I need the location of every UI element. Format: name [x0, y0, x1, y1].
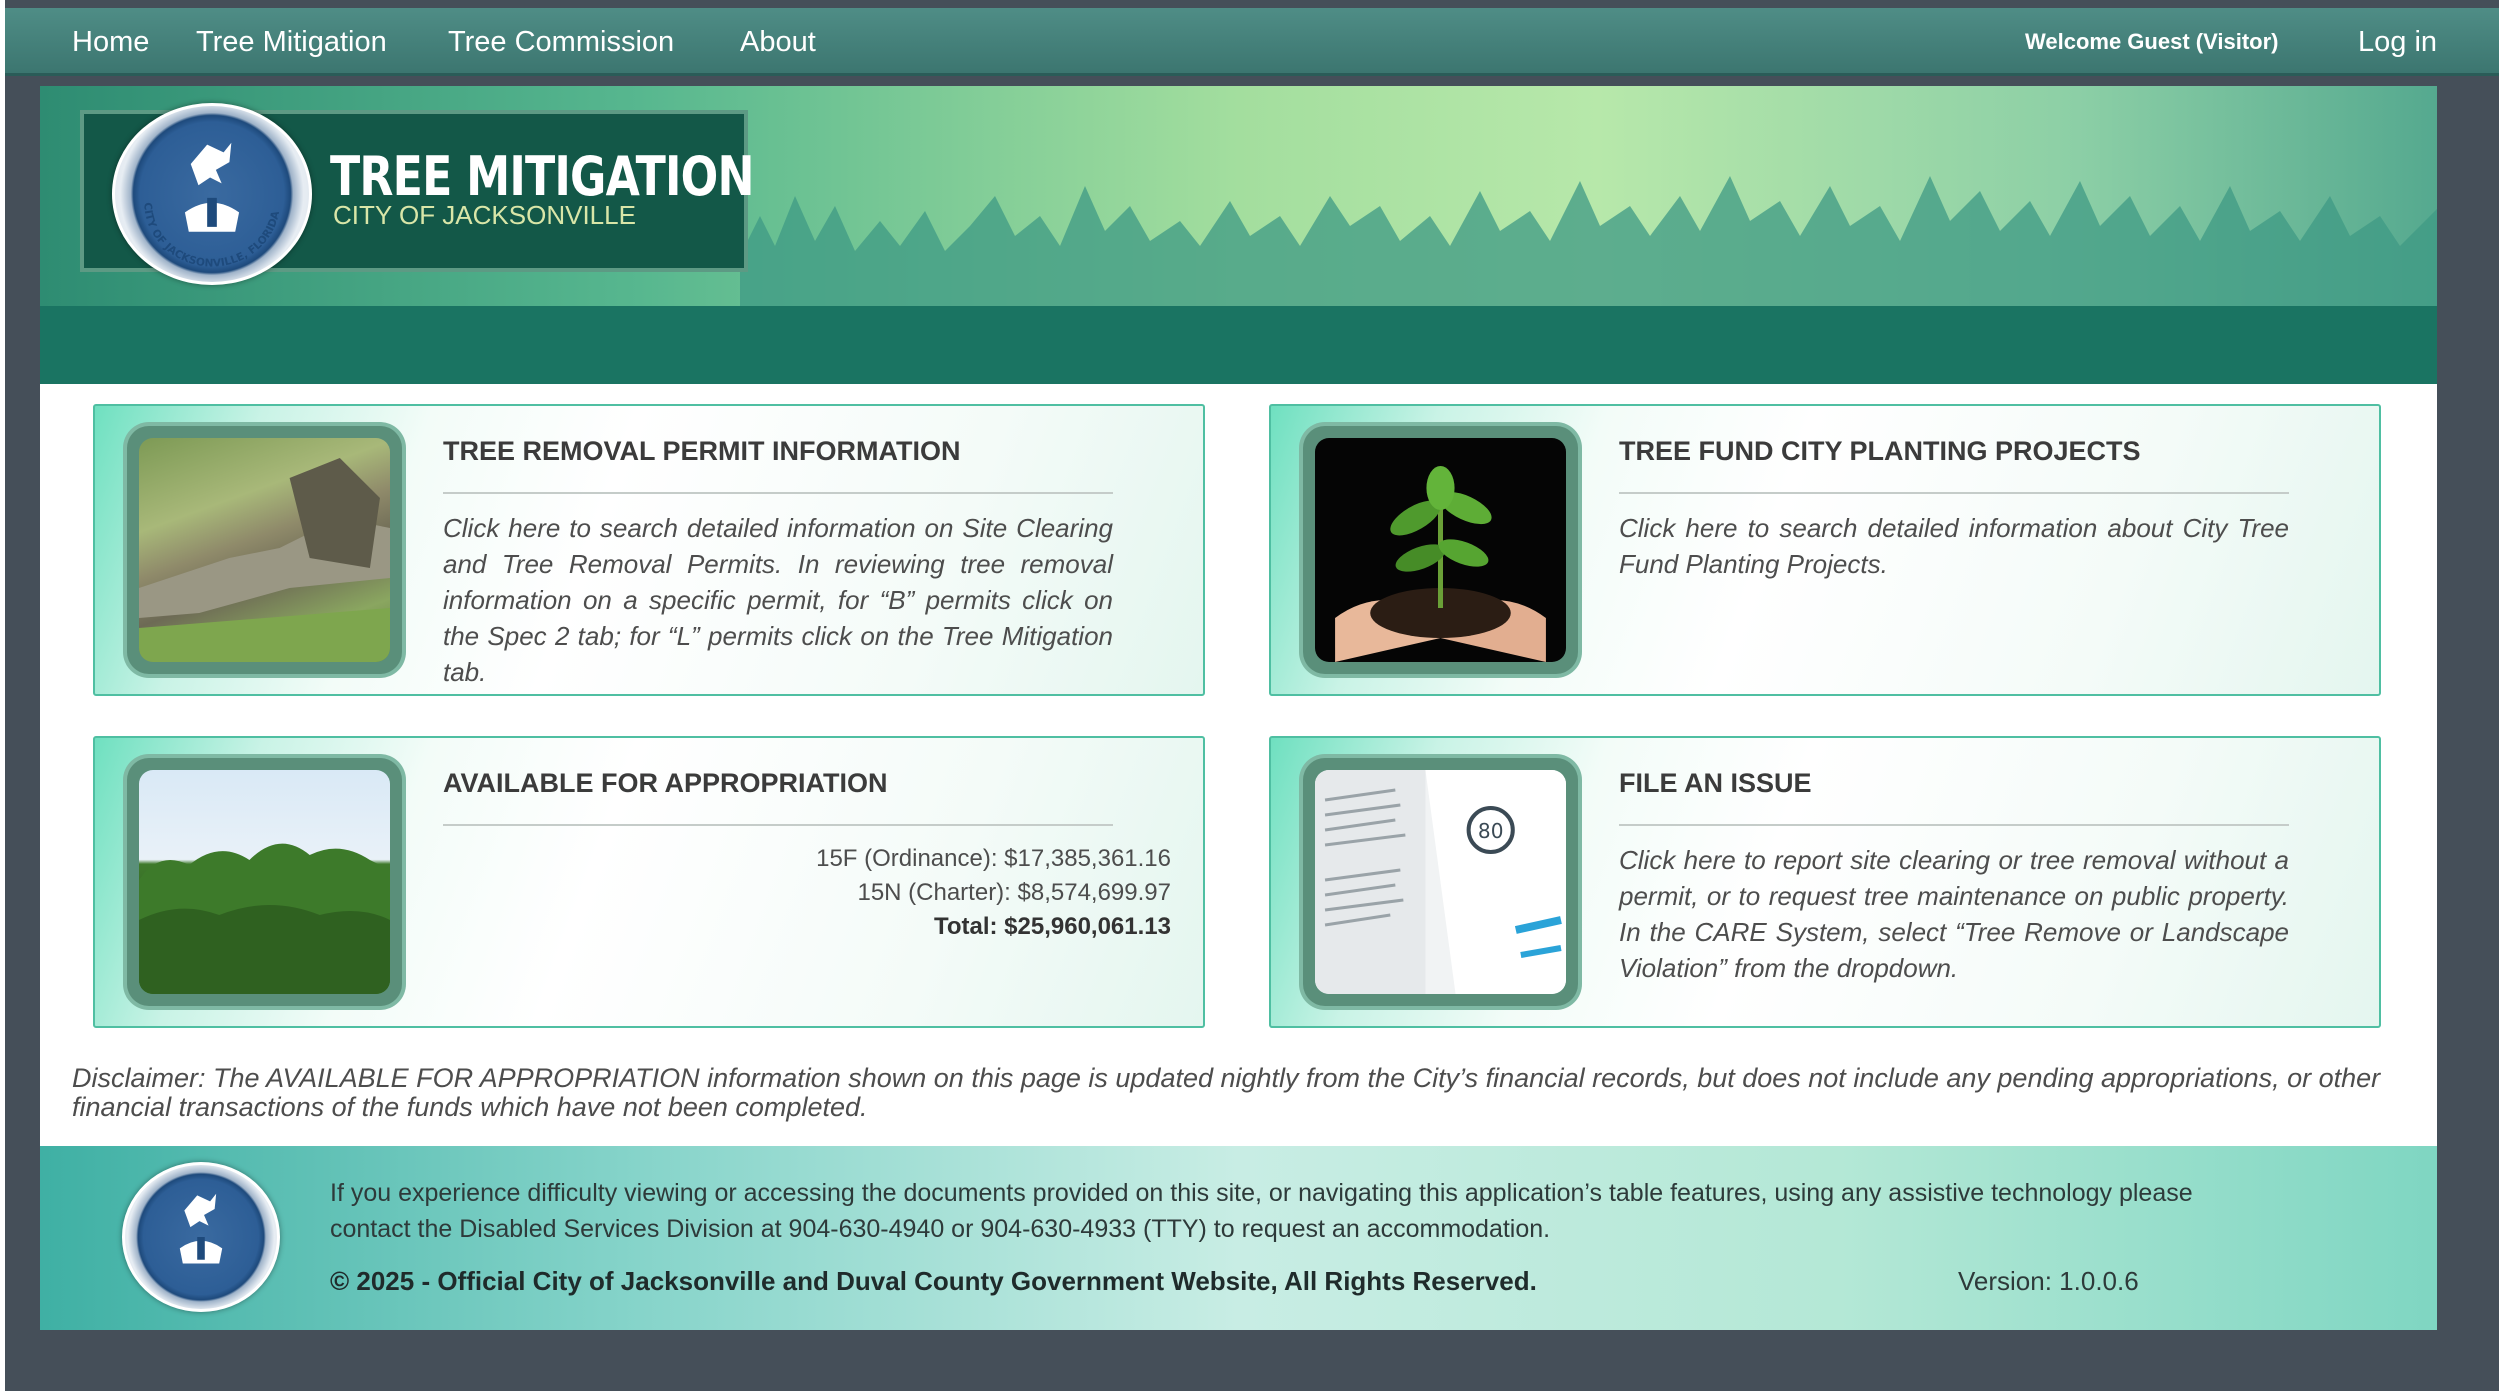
copyright-text: © 2025 - Official City of Jacksonville a…: [330, 1266, 1537, 1296]
card-divider: [1619, 492, 2289, 494]
version-text: Version: 1.0.0.6: [1958, 1266, 2139, 1296]
forest-silhouette-image: [740, 176, 2437, 306]
card-divider: [1619, 824, 2289, 826]
card-divider: [443, 492, 1113, 494]
card-title: TREE FUND CITY PLANTING PROJECTS: [1619, 436, 2141, 466]
ordinance-amount: 15F (Ordinance): $17,385,361.16: [816, 845, 1171, 872]
appropriation-disclaimer: Disclaimer: The AVAILABLE FOR APPROPRIAT…: [72, 1063, 2381, 1122]
tree-removal-permit-card[interactable]: TREE REMOVAL PERMIT INFORMATION Click he…: [93, 404, 1205, 696]
tree-fund-planting-card[interactable]: TREE FUND CITY PLANTING PROJECTS Click h…: [1269, 404, 2381, 696]
seedling-thumbnail: [1303, 426, 1578, 674]
card-description: Click here to search detailed informatio…: [443, 513, 1113, 687]
card-title: TREE REMOVAL PERMIT INFORMATION: [443, 436, 961, 466]
card-divider: [443, 824, 1113, 826]
card-title: FILE AN ISSUE: [1619, 768, 1812, 798]
card-description: Click here to search detailed informatio…: [1619, 513, 2289, 579]
nav-about-link[interactable]: About: [740, 8, 816, 76]
tree-removal-thumbnail: [127, 426, 402, 674]
appropriation-card[interactable]: AVAILABLE FOR APPROPRIATION 15F (Ordinan…: [93, 736, 1205, 1028]
card-description: Click here to report site clearing or tr…: [1619, 845, 2289, 983]
charter-amount: 15N (Charter): $8,574,699.97: [857, 879, 1171, 906]
card-title: AVAILABLE FOR APPROPRIATION: [443, 768, 888, 798]
login-link[interactable]: Log in: [2358, 8, 2437, 76]
nav-tree-mitigation-link[interactable]: Tree Mitigation: [196, 8, 387, 76]
doc-figure-number: 80: [1478, 819, 1504, 843]
welcome-user-text: Welcome Guest (Visitor): [2025, 29, 2279, 54]
appropriation-amounts: 15F (Ordinance): $17,385,361.16 15N (Cha…: [816, 842, 1171, 944]
site-subtitle: CITY OF JACKSONVILLE: [333, 200, 636, 230]
file-an-issue-card[interactable]: 80 FILE AN ISSUE Click here to report si…: [1269, 736, 2381, 1028]
nav-home-link[interactable]: Home: [72, 8, 149, 76]
total-amount: Total: $25,960,061.13: [933, 913, 1171, 940]
top-navbar: Home Tree Mitigation Tree Commission Abo…: [5, 8, 2499, 76]
footer-city-seal-icon: [122, 1162, 280, 1312]
city-seal-icon: CITY OF JACKSONVILLE, FLORIDA: [112, 103, 312, 285]
document-thumbnail: 80: [1303, 758, 1578, 1006]
accessibility-notice: If you experience difficulty viewing or …: [330, 1179, 2193, 1243]
nav-tree-commission-link[interactable]: Tree Commission: [448, 8, 674, 76]
site-title: TREE MITIGATION: [330, 145, 755, 208]
forest-thumbnail: [127, 758, 402, 1006]
banner-strip: [40, 306, 2437, 384]
